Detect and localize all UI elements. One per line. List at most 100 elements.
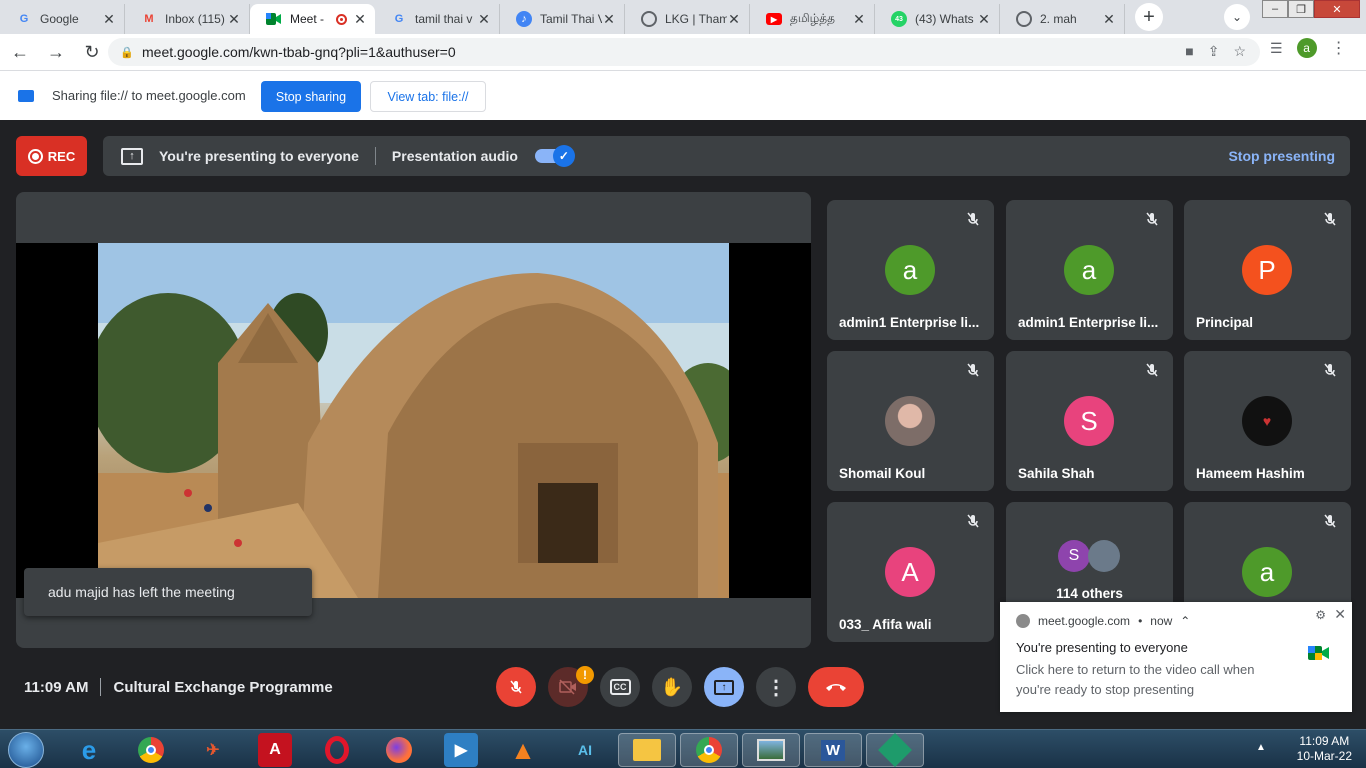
minimize-button[interactable]: – <box>1262 0 1288 18</box>
tab-youtube[interactable]: ▶ தமிழ்த்த ✕ <box>750 4 875 34</box>
photo-viewer-icon[interactable] <box>742 733 800 767</box>
clock-date: 10-Mar-22 <box>1296 749 1352 763</box>
chrome-notification[interactable]: meet.google.com • now ⌃ ⚙ ✕ You're prese… <box>1000 602 1352 712</box>
reload-icon[interactable]: ↻ <box>76 36 108 68</box>
participant-tile[interactable]: A 033_ Afifa wali <box>827 502 994 642</box>
maximize-button[interactable]: ❐ <box>1288 0 1314 18</box>
participant-tile[interactable]: a admin1 Enterprise li... <box>1006 200 1173 340</box>
tray-arrow-icon[interactable]: ▲ <box>1256 742 1266 753</box>
media-player-icon[interactable]: ▶ <box>444 733 478 767</box>
ai-app-icon[interactable]: AI <box>568 733 602 767</box>
stop-presenting-button[interactable]: Stop presenting <box>1228 148 1335 164</box>
taskbar-clock[interactable]: 11:09 AM 10-Mar-22 <box>1297 734 1352 764</box>
tab-search-menu-icon[interactable]: ⌄ <box>1224 4 1250 30</box>
rec-label: REC <box>47 148 76 164</box>
close-icon[interactable]: ✕ <box>852 11 866 28</box>
whatsapp-icon: 43 <box>891 11 907 27</box>
word-icon[interactable]: W <box>804 733 862 767</box>
chrome-taskbar-icon[interactable] <box>680 733 738 767</box>
tab-meet[interactable]: Meet - ✕ <box>250 4 375 34</box>
participant-tile[interactable]: S Sahila Shah <box>1006 351 1173 491</box>
back-icon[interactable]: ← <box>4 36 36 68</box>
participant-tile[interactable]: a admin1 Enterprise li... <box>827 200 994 340</box>
presentation-audio-toggle[interactable]: ✓ <box>534 145 575 167</box>
tab-google[interactable]: G Google ✕ <box>0 4 125 34</box>
menu-dots-icon[interactable]: ⋮ <box>1331 38 1347 58</box>
start-button[interactable] <box>8 732 44 768</box>
participant-name: admin1 Enterprise li... <box>1018 315 1159 330</box>
close-icon[interactable]: ✕ <box>1334 606 1346 623</box>
tab-lkg[interactable]: LKG | Tham ✕ <box>625 4 750 34</box>
reading-list-icon[interactable]: ☰ <box>1270 40 1283 57</box>
temple-photo <box>98 243 729 598</box>
presenting-text: You're presenting to everyone <box>159 148 359 164</box>
presentation-bar: ↑ You're presenting to everyone Presenta… <box>103 136 1350 176</box>
tab-search[interactable]: G tamil thai v ✕ <box>375 4 500 34</box>
sharing-bar: Sharing file:// to meet.google.com Stop … <box>0 70 1366 120</box>
close-icon[interactable]: ✕ <box>602 11 616 28</box>
stop-sharing-button[interactable]: Stop sharing <box>261 81 361 112</box>
record-icon <box>27 148 43 164</box>
filezilla-icon[interactable]: ✈ <box>196 733 230 767</box>
forward-icon[interactable]: → <box>40 36 72 68</box>
recording-icon <box>336 13 347 25</box>
captions-icon: CC <box>609 679 631 695</box>
shared-screen <box>16 243 811 598</box>
green-app-icon[interactable] <box>866 733 924 767</box>
globe-icon <box>1016 11 1032 27</box>
tab-title: (43) Whats <box>915 12 974 26</box>
close-icon[interactable]: ✕ <box>102 11 116 28</box>
chrome-icon[interactable] <box>134 733 168 767</box>
close-icon[interactable]: ✕ <box>1102 11 1116 28</box>
new-tab-button[interactable]: + <box>1135 3 1163 31</box>
camera-icon[interactable]: ■ <box>1185 43 1193 60</box>
avatar[interactable]: a <box>1296 38 1317 58</box>
share-icon[interactable]: ⇪ <box>1208 43 1220 60</box>
captions-button[interactable]: CC <box>600 667 640 707</box>
tab-music[interactable]: ♪ Tamil Thai V ✕ <box>500 4 625 34</box>
star-icon[interactable]: ☆ <box>1233 43 1246 60</box>
windows-taskbar: e ✈ A ▶ ▲ AI W ▲ 11:09 AM 10-Mar-22 <box>0 729 1366 768</box>
opera-icon[interactable] <box>320 733 354 767</box>
hand-icon: ✋ <box>660 676 684 697</box>
firefox-icon[interactable] <box>382 733 416 767</box>
leave-call-button[interactable] <box>808 667 864 707</box>
tab-mah[interactable]: 2. mah ✕ <box>1000 4 1125 34</box>
chevron-up-icon[interactable]: ⌃ <box>1180 614 1190 628</box>
close-icon[interactable]: ✕ <box>477 11 491 28</box>
avatar: a <box>1064 245 1114 295</box>
window-close-button[interactable]: ✕ <box>1314 0 1360 18</box>
address-bar[interactable]: 🔒 meet.google.com/kwn-tbab-gnq?pli=1&aut… <box>108 38 1260 66</box>
present-button[interactable]: ↑ <box>704 667 744 707</box>
acrobat-icon[interactable]: A <box>258 733 292 767</box>
close-icon[interactable]: ✕ <box>227 11 241 28</box>
close-icon[interactable]: ✕ <box>727 11 741 28</box>
participant-tile[interactable]: ♥ Hameem Hashim <box>1184 351 1351 491</box>
window-controls: – ❐ ✕ <box>1262 0 1360 18</box>
participant-tile[interactable]: Shomail Koul <box>827 351 994 491</box>
close-icon[interactable]: ✕ <box>977 11 991 28</box>
ie-icon[interactable]: e <box>72 733 106 767</box>
avatar: S <box>1064 396 1114 446</box>
close-icon[interactable]: ✕ <box>353 11 367 28</box>
meeting-info: 11:09 AM Cultural Exchange Programme <box>24 678 333 696</box>
raise-hand-button[interactable]: ✋ <box>652 667 692 707</box>
tab-whatsapp[interactable]: 43 (43) Whats ✕ <box>875 4 1000 34</box>
present-screen-icon: ↑ <box>121 147 143 165</box>
vlc-icon[interactable]: ▲ <box>506 733 540 767</box>
explorer-icon[interactable] <box>618 733 676 767</box>
rec-badge[interactable]: REC <box>16 136 87 176</box>
menu-dots-icon: ⋮ <box>766 676 786 699</box>
gear-icon[interactable]: ⚙ <box>1315 608 1326 622</box>
avatar: P <box>1242 245 1292 295</box>
youtube-icon: ▶ <box>766 13 782 25</box>
notification-title: You're presenting to everyone <box>1016 640 1188 655</box>
view-tab-button[interactable]: View tab: file:// <box>370 81 486 112</box>
google-icon: G <box>394 13 404 25</box>
participant-tile[interactable]: P Principal <box>1184 200 1351 340</box>
more-options-button[interactable]: ⋮ <box>756 667 796 707</box>
mic-off-icon <box>1321 210 1339 228</box>
mic-toggle-button[interactable] <box>496 667 536 707</box>
tab-gmail[interactable]: M Inbox (115) ✕ <box>125 4 250 34</box>
globe-icon <box>641 11 657 27</box>
